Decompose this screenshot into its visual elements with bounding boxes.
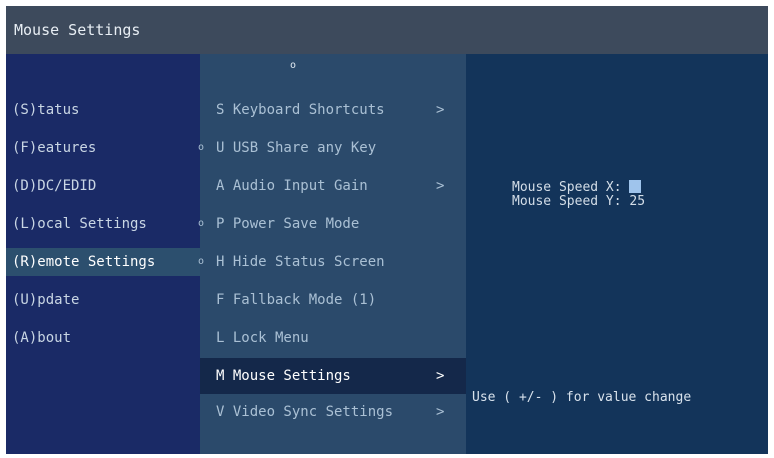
submenu-item-label: A Audio Input Gain (216, 178, 368, 194)
mouse-speed-x-label: Mouse Speed X: (512, 180, 622, 195)
menu-item-status[interactable]: (S)tatus (12, 96, 200, 124)
submenu-item-mouse-settings[interactable]: M Mouse Settings > (200, 358, 466, 394)
submenu-item-keyboard-shortcuts[interactable]: S Keyboard Shortcuts > (200, 96, 466, 124)
settings-screen: Mouse Settings (S)tatus (F)eatures (D)DC… (6, 6, 768, 454)
submenu-item-label: P Power Save Mode (216, 216, 360, 232)
menu-item-remote-settings[interactable]: (R)emote Settings (6, 248, 200, 276)
value-change-hint: Use ( +/- ) for value change (472, 390, 692, 405)
mouse-speed-x-row[interactable]: Mouse Speed X: (512, 180, 642, 195)
submenu-item-fallback-mode[interactable]: F Fallback Mode (1) (200, 286, 466, 314)
toggle-marker-icon: o (198, 142, 205, 153)
menu-item-ddc-edid[interactable]: (D)DC/EDID (12, 172, 200, 200)
chevron-right-icon: > (436, 404, 445, 420)
mouse-speed-y-row[interactable]: Mouse Speed Y: 25 (512, 195, 645, 209)
toggle-marker-icon: o (198, 218, 205, 229)
submenu-item-hide-status[interactable]: o H Hide Status Screen (198, 248, 466, 276)
submenu-item-label: F Fallback Mode (1) (216, 292, 377, 308)
submenu-item-label: M Mouse Settings (216, 368, 351, 384)
menu-item-update[interactable]: (U)pdate (12, 286, 200, 314)
chevron-right-icon: > (436, 178, 445, 194)
submenu-item-label: L Lock Menu (216, 330, 309, 346)
chevron-right-icon: > (436, 102, 445, 118)
mouse-speed-x-cursor[interactable] (629, 180, 642, 193)
window-title: Mouse Settings (6, 6, 768, 54)
submenu-item-video-sync[interactable]: V Video Sync Settings > (200, 398, 466, 426)
submenu-item-label: H Hide Status Screen (216, 254, 385, 270)
mouse-settings-panel: Mouse Speed X: Mouse Speed Y: 25 Use ( +… (466, 54, 768, 454)
menu-item-local-settings[interactable]: (L)ocal Settings (12, 210, 200, 238)
chevron-right-icon: > (436, 368, 445, 384)
submenu-item-usb-share[interactable]: o U USB Share any Key (198, 134, 466, 162)
menu-item-features[interactable]: (F)eatures (12, 134, 200, 162)
submenu-item-label: V Video Sync Settings (216, 404, 394, 420)
scroll-up-indicator: o (290, 60, 297, 71)
submenu: o S Keyboard Shortcuts > o U USB Share a… (198, 54, 466, 454)
main-menu: (S)tatus (F)eatures (D)DC/EDID (L)ocal S… (6, 54, 200, 454)
mouse-speed-y-label: Mouse Speed Y: (512, 194, 622, 209)
submenu-item-audio-input-gain[interactable]: A Audio Input Gain > (200, 172, 466, 200)
submenu-item-lock-menu[interactable]: L Lock Menu (200, 324, 466, 352)
submenu-item-label: S Keyboard Shortcuts (216, 102, 385, 118)
submenu-item-power-save[interactable]: o P Power Save Mode (198, 210, 466, 238)
mouse-speed-y-value: 25 (629, 194, 646, 209)
menu-item-about[interactable]: (A)bout (12, 324, 200, 352)
submenu-item-label: U USB Share any Key (216, 140, 377, 156)
toggle-marker-icon: o (198, 256, 205, 267)
